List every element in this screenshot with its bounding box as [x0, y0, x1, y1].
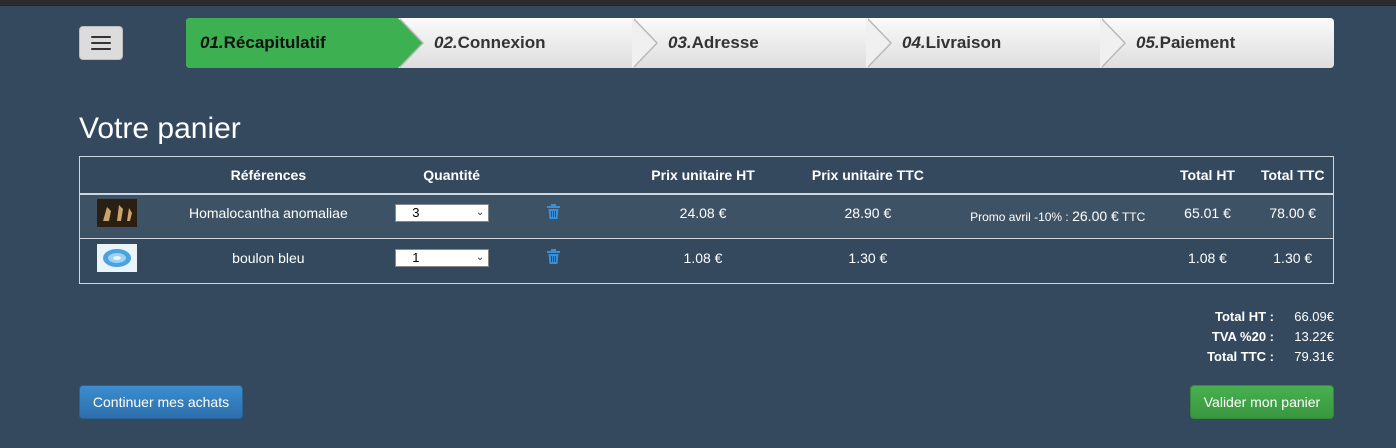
quantity-value: 1: [412, 250, 420, 265]
menu-icon-bar: [91, 48, 111, 50]
step-label: Adresse: [691, 33, 759, 52]
step-label: Paiement: [1159, 33, 1236, 52]
checkout-steps: 01. Récapitulatif 02. Connexion 03. Adresse…: [186, 18, 1334, 68]
total-ht-value: 66.09€: [1294, 308, 1334, 324]
step-connexion[interactable]: 02. Connexion: [398, 18, 658, 68]
promo-info: [952, 238, 1163, 284]
col-quantite: Quantité: [383, 156, 624, 195]
table-row: Homalocantha anomaliae 3 ⌄ 24.08 € 28.90…: [79, 193, 1334, 239]
top-bar: [0, 0, 1396, 6]
promo-price: 26.00 €: [1072, 208, 1119, 225]
menu-icon-bar: [91, 42, 111, 44]
table-row: boulon bleu 1 ⌄ 1.08 € 1.30 € 1.08 € 1.3…: [79, 238, 1334, 284]
unit-price-ttc: 1.30 €: [782, 238, 953, 284]
step-number: 04.: [902, 33, 926, 52]
product-thumbnail[interactable]: [96, 243, 137, 272]
delete-cell: [543, 193, 624, 239]
col-promo: [952, 156, 1163, 195]
chevron-down-icon: ⌄: [475, 207, 485, 219]
total-ht: 1.08 €: [1162, 238, 1253, 284]
col-references: Références: [153, 156, 384, 195]
quantity-select[interactable]: 3 ⌄: [395, 203, 490, 222]
delete-cell: [543, 238, 624, 284]
promo-suffix: TTC: [1121, 210, 1146, 225]
total-ttc: 1.30 €: [1252, 238, 1334, 284]
total-ttc: 78.00 €: [1252, 193, 1334, 239]
hamburger-menu-button[interactable]: [79, 26, 123, 60]
tva-line: TVA %20 : 13.22€: [1154, 326, 1334, 346]
continue-shopping-button[interactable]: Continuer mes achats: [79, 385, 243, 419]
cart-totals: Total HT : 66.09€ TVA %20 : 13.22€ Total…: [1154, 306, 1334, 366]
step-number: 03.: [668, 33, 692, 52]
col-prix-unitaire-ht: Prix unitaire HT: [623, 156, 783, 195]
step-paiement[interactable]: 05. Paiement: [1100, 18, 1334, 68]
col-prix-unitaire-ttc: Prix unitaire TTC: [782, 156, 953, 195]
product-thumbnail[interactable]: [96, 198, 137, 227]
promo-info: Promo avril -10% : 26.00 € TTC: [952, 193, 1163, 239]
step-adresse[interactable]: 03. Adresse: [632, 18, 892, 68]
product-reference[interactable]: Homalocantha anomaliae: [153, 193, 384, 239]
step-number: 02.: [434, 33, 458, 52]
quantity-select[interactable]: 1 ⌄: [395, 248, 490, 267]
tva-label: TVA %20 :: [1211, 328, 1274, 344]
trash-icon[interactable]: [547, 248, 561, 264]
trash-icon[interactable]: [547, 203, 561, 219]
page-title: Votre panier: [79, 112, 241, 145]
validate-cart-button[interactable]: Valider mon panier: [1190, 385, 1334, 419]
unit-price-ttc: 28.90 €: [782, 193, 953, 239]
unit-price-ht: 24.08 €: [623, 193, 783, 239]
menu-icon-bar: [91, 36, 111, 38]
chevron-down-icon: ⌄: [475, 252, 485, 263]
step-livraison[interactable]: 04. Livraison: [866, 18, 1126, 68]
step-number: 01.: [200, 33, 224, 52]
step-label: Connexion: [457, 33, 546, 52]
quantity-cell: 3 ⌄: [383, 193, 544, 239]
unit-price-ht: 1.08 €: [623, 238, 783, 284]
tva-value: 13.22€: [1294, 328, 1334, 344]
step-label: Récapitulatif: [223, 33, 326, 52]
product-thumbnail-cell: [79, 193, 154, 239]
cart-table: Références Quantité Prix unitaire HT Pri…: [79, 156, 1334, 284]
total-ht-line: Total HT : 66.09€: [1154, 306, 1334, 326]
product-reference[interactable]: boulon bleu: [153, 238, 384, 284]
promo-label: Promo avril -10% :: [970, 210, 1069, 225]
total-ttc-label: Total TTC :: [1207, 348, 1274, 364]
table-header-row: Références Quantité Prix unitaire HT Pri…: [79, 156, 1334, 195]
total-ht: 65.01 €: [1162, 193, 1253, 239]
step-label: Livraison: [925, 33, 1002, 52]
total-ttc-line: Total TTC : 79.31€: [1154, 346, 1334, 366]
step-recapitulatif[interactable]: 01. Récapitulatif: [186, 18, 424, 68]
col-total-ht: Total HT: [1162, 156, 1253, 195]
total-ht-label: Total HT :: [1215, 308, 1274, 324]
total-ttc-value: 79.31€: [1294, 348, 1334, 364]
product-thumbnail-cell: [79, 238, 154, 284]
step-number: 05.: [1136, 33, 1160, 52]
col-image: [79, 156, 154, 195]
quantity-value: 3: [412, 205, 420, 221]
col-total-ttc: Total TTC: [1252, 156, 1334, 195]
quantity-cell: 1 ⌄: [383, 238, 544, 284]
